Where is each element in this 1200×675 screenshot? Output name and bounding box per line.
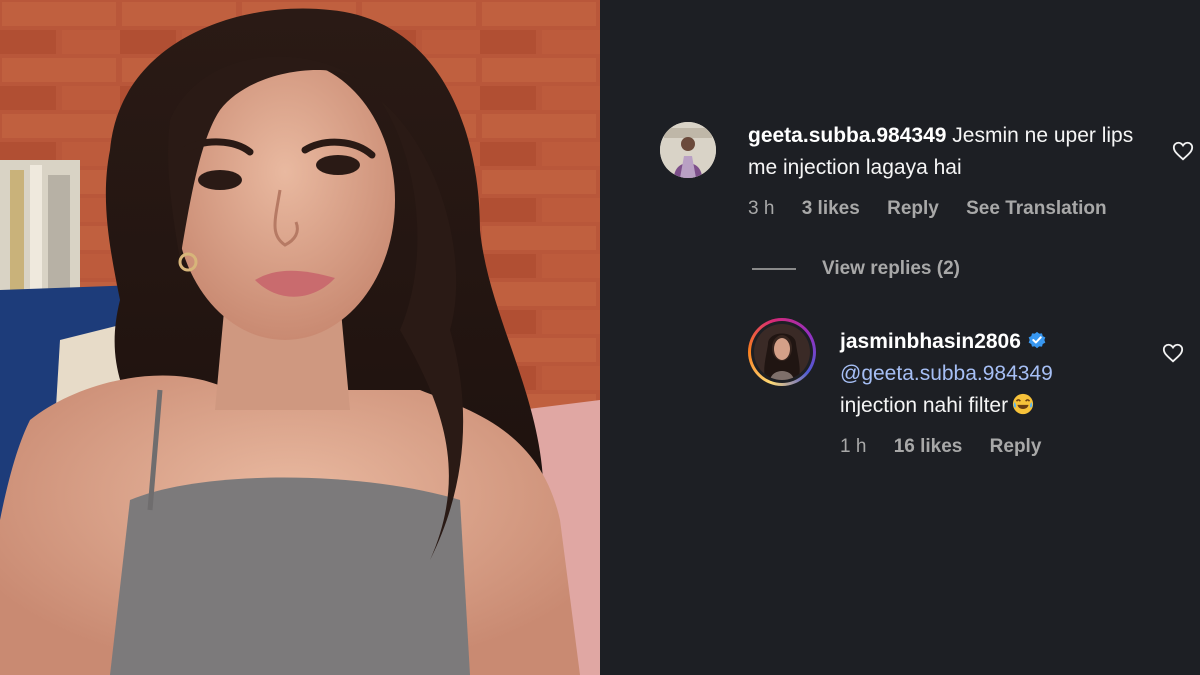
mention-link[interactable]: @geeta.subba.984349 bbox=[840, 358, 1170, 390]
comment-text: jasminbhasin2806 @geeta.subba.984349 inj… bbox=[840, 326, 1170, 422]
verified-badge-icon bbox=[1028, 331, 1046, 349]
comment-username[interactable]: geeta.subba.984349 bbox=[748, 124, 946, 147]
heart-icon[interactable] bbox=[1162, 342, 1184, 364]
comment-body: injection nahi filter bbox=[840, 394, 1009, 417]
see-translation-button[interactable]: See Translation bbox=[966, 198, 1106, 219]
selfie-image bbox=[0, 0, 600, 675]
divider-line bbox=[752, 267, 796, 270]
likes-count[interactable]: 3 likes bbox=[802, 198, 860, 219]
comment-username[interactable]: jasminbhasin2806 bbox=[840, 330, 1021, 353]
avatar[interactable] bbox=[660, 122, 716, 178]
likes-count[interactable]: 16 likes bbox=[894, 436, 963, 457]
heart-icon[interactable] bbox=[1172, 140, 1194, 162]
reply-button[interactable]: Reply bbox=[887, 198, 939, 219]
laughing-emoji-icon bbox=[1013, 393, 1034, 415]
comments-panel: geeta.subba.984349 Jesmin ne uper lips m… bbox=[600, 0, 1200, 675]
comment-text: geeta.subba.984349 Jesmin ne uper lips m… bbox=[748, 120, 1148, 184]
comment-meta: 1 h 16 likes Reply bbox=[840, 436, 1170, 458]
view-replies-button[interactable]: View replies (2) bbox=[752, 258, 960, 280]
comment-meta: 3 h 3 likes Reply See Translation bbox=[748, 198, 1148, 220]
post-photo bbox=[0, 0, 600, 675]
story-ring-avatar[interactable] bbox=[748, 318, 816, 386]
view-replies-label: View replies (2) bbox=[822, 258, 960, 279]
reply-button[interactable]: Reply bbox=[990, 436, 1042, 457]
comment-time: 1 h bbox=[840, 436, 867, 457]
comment-time: 3 h bbox=[748, 198, 775, 219]
avatar bbox=[754, 324, 810, 380]
